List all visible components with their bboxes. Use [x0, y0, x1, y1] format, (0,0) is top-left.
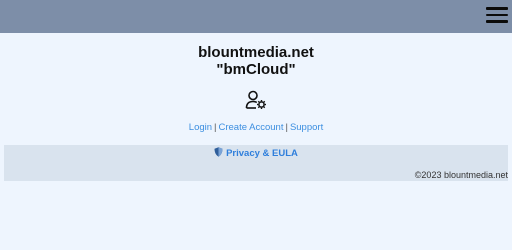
- menu-line: [486, 7, 508, 10]
- support-link[interactable]: Support: [290, 122, 323, 133]
- privacy-eula-label: Privacy & EULA: [226, 148, 298, 159]
- create-account-link[interactable]: Create Account: [219, 122, 284, 133]
- copyright-text: ©2023 blountmedia.net: [414, 170, 508, 180]
- account-links: Login | Create Account | Support: [0, 122, 512, 134]
- login-link[interactable]: Login: [189, 122, 212, 133]
- top-bar: [0, 0, 512, 33]
- menu-line: [486, 13, 508, 16]
- shield-icon: [214, 147, 223, 157]
- site-title: blountmedia.net: [198, 44, 314, 61]
- footer: Privacy & EULA ©2023 blountmedia.net: [4, 145, 508, 181]
- hamburger-menu-icon[interactable]: [486, 6, 508, 24]
- menu-line: [486, 20, 508, 23]
- site-subtitle: "bmCloud": [216, 61, 296, 78]
- privacy-eula-link[interactable]: Privacy & EULA: [4, 147, 508, 160]
- user-gear-icon: [245, 90, 266, 109]
